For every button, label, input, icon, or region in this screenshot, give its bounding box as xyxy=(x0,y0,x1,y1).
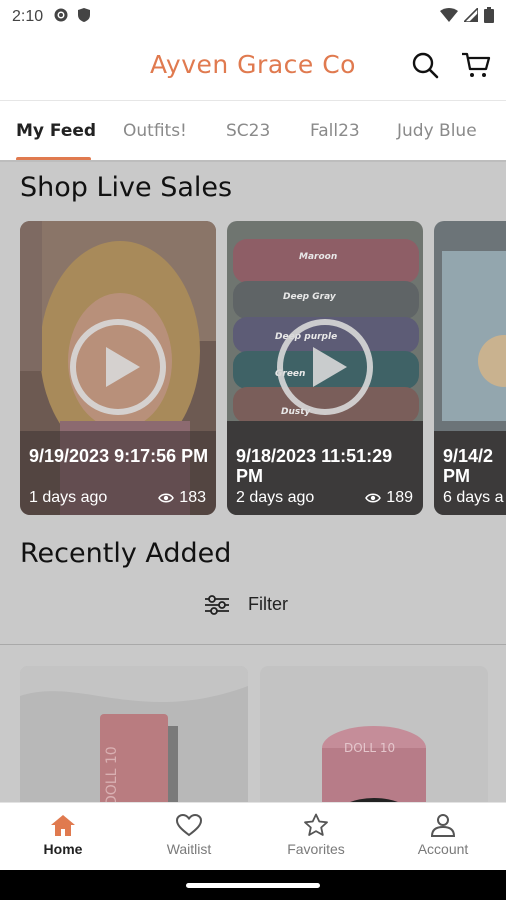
nav-account[interactable]: Account xyxy=(380,813,506,857)
nav-label: Waitlist xyxy=(166,841,212,857)
status-bar: 2:10 xyxy=(0,0,506,34)
bottom-navigation: Home Waitlist Favorites Account xyxy=(0,802,506,870)
settings-icon xyxy=(53,7,69,28)
product-brand-text: DOLL 10 xyxy=(344,741,395,755)
video-date: 9/19/2023 9:17:56 PM xyxy=(29,446,209,466)
video-age: 6 days a xyxy=(443,489,504,506)
status-time: 2:10 xyxy=(12,8,44,25)
nav-waitlist[interactable]: Waitlist xyxy=(126,813,252,857)
nav-label: Home xyxy=(43,841,83,857)
live-video-card[interactable]: 9/19/2023 9:17:56 PM 1 days ago 183 xyxy=(20,221,216,515)
signal-icon xyxy=(462,5,479,27)
stack-label-maroon: Maroon xyxy=(299,252,337,262)
nav-label: Account xyxy=(417,841,469,857)
video-views: 183 xyxy=(158,489,206,507)
wifi-icon xyxy=(440,7,458,27)
tab-my-feed[interactable]: My Feed xyxy=(16,121,96,141)
product-image: DOLL 10 xyxy=(20,666,248,802)
eye-icon xyxy=(158,493,175,503)
nav-favorites[interactable]: Favorites xyxy=(253,813,379,857)
feed-content: Shop Live Sales 9/19/2023 9:17:56 PM 1 d… xyxy=(0,162,506,802)
product-brand-text: DOLL 10 xyxy=(104,746,120,802)
filter-button[interactable]: Filter xyxy=(204,594,288,615)
views-count: 189 xyxy=(386,489,413,506)
live-video-card[interactable]: 9/14/2 PM 6 days a xyxy=(434,221,506,515)
product-card[interactable]: DOLL 10 xyxy=(20,666,248,802)
video-views: 189 xyxy=(365,489,413,507)
category-tabs: My Feed Outfits! SC23 Fall23 Judy Blue xyxy=(0,100,506,161)
battery-icon xyxy=(484,6,494,28)
search-icon[interactable] xyxy=(410,50,440,80)
eye-icon xyxy=(365,493,382,503)
cart-icon[interactable] xyxy=(460,50,492,80)
filter-sliders-icon xyxy=(205,594,229,615)
video-date: 9/14/2 PM xyxy=(443,446,494,486)
play-icon[interactable] xyxy=(68,317,168,417)
star-icon xyxy=(304,813,328,836)
tab-outfits[interactable]: Outfits! xyxy=(123,121,187,141)
product-image: DOLL 10 xyxy=(260,666,488,802)
video-date: 9/18/2023 11:51:29 PM xyxy=(236,446,393,486)
filter-label: Filter xyxy=(248,594,288,614)
nav-home[interactable]: Home xyxy=(0,813,126,857)
tab-judy-blue[interactable]: Judy Blue xyxy=(397,121,477,141)
video-age: 2 days ago xyxy=(236,489,315,506)
tab-fall23[interactable]: Fall23 xyxy=(310,121,360,141)
home-icon xyxy=(51,815,75,836)
nav-label: Favorites xyxy=(287,841,345,857)
views-count: 183 xyxy=(179,489,206,506)
home-gesture-handle[interactable] xyxy=(186,883,320,888)
product-card[interactable]: DOLL 10 xyxy=(260,666,488,802)
tab-sc23[interactable]: SC23 xyxy=(226,121,270,141)
live-sales-heading: Shop Live Sales xyxy=(20,172,233,203)
live-video-card[interactable]: Maroon Deep Gray Deep purple Green Dusty… xyxy=(227,221,423,515)
play-icon[interactable] xyxy=(275,317,375,417)
person-icon xyxy=(430,814,456,837)
filter-divider xyxy=(0,644,506,645)
video-age: 1 days ago xyxy=(29,489,108,506)
recently-added-heading: Recently Added xyxy=(20,538,232,569)
shield-icon xyxy=(77,7,91,28)
system-navigation-bar xyxy=(0,870,506,900)
heart-icon xyxy=(175,813,203,837)
stack-label-deep-gray: Deep Gray xyxy=(283,292,337,302)
app-header: Ayven Grace Co xyxy=(0,34,506,100)
